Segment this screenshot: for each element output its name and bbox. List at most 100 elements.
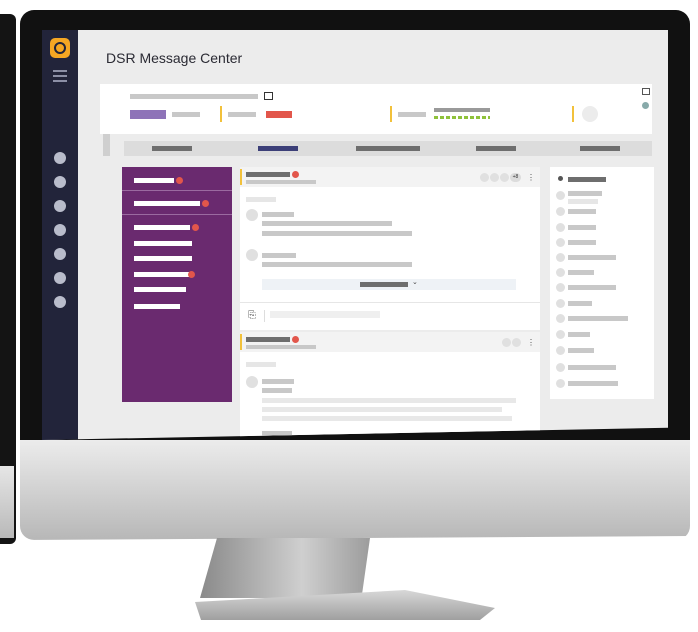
nav-item[interactable]	[54, 176, 66, 188]
participant-item[interactable]	[568, 301, 592, 306]
participant-item[interactable]	[568, 381, 618, 386]
user-icon	[558, 176, 563, 181]
divider	[240, 302, 540, 303]
monitor-chin	[20, 440, 690, 540]
divider	[122, 214, 232, 215]
thread-subtitle-placeholder	[246, 345, 316, 349]
list-item[interactable]	[134, 178, 174, 183]
panel-title-placeholder	[568, 177, 606, 182]
progress-segments	[434, 116, 490, 119]
priority-badge	[266, 111, 292, 118]
tab-2-active[interactable]	[258, 146, 298, 151]
participant-item[interactable]	[568, 225, 596, 230]
participant-item[interactable]	[568, 316, 628, 321]
tab-4[interactable]	[476, 146, 516, 151]
avatar	[556, 346, 565, 355]
message-thread: +8 ⋮ ⌄ ⎘	[240, 167, 540, 330]
monitor-icon[interactable]	[264, 92, 273, 100]
list-item[interactable]	[134, 287, 186, 292]
unread-dot	[192, 224, 199, 231]
list-item[interactable]	[134, 241, 192, 246]
nav-item[interactable]	[54, 272, 66, 284]
case-header-card	[100, 84, 652, 134]
more-icon[interactable]: ⋮	[527, 173, 535, 182]
list-item[interactable]	[134, 256, 192, 261]
list-item[interactable]	[134, 272, 192, 277]
avatar	[246, 249, 258, 261]
monitor-stand-neck	[200, 538, 370, 598]
avatar	[556, 238, 565, 247]
tab-1[interactable]	[152, 146, 192, 151]
app-screen: DSR Message Center ›	[42, 30, 668, 440]
sender-placeholder	[262, 212, 294, 217]
participant-item[interactable]	[568, 255, 616, 260]
unread-dot	[202, 200, 209, 207]
avatar[interactable]	[582, 106, 598, 122]
nav-item[interactable]	[54, 224, 66, 236]
list-item[interactable]	[134, 304, 180, 309]
divider	[572, 106, 574, 122]
nav-item[interactable]	[54, 152, 66, 164]
participant-item[interactable]	[568, 332, 590, 337]
secondary-monitor-edge	[0, 14, 16, 544]
avatar[interactable]	[490, 173, 499, 182]
message-line	[262, 231, 412, 236]
paperclip-icon[interactable]: ⎘	[248, 310, 256, 321]
menu-icon[interactable]	[53, 70, 67, 72]
participant-item[interactable]	[568, 209, 596, 214]
tab-5[interactable]	[580, 146, 620, 151]
divider	[220, 106, 222, 122]
status-text-placeholder	[172, 112, 200, 117]
sender-placeholder	[262, 379, 294, 384]
secondary-monitor-chin	[0, 466, 14, 538]
list-item[interactable]	[134, 201, 200, 206]
more-icon[interactable]: ⋮	[527, 338, 535, 347]
user-icon[interactable]	[642, 102, 649, 109]
avatar	[556, 223, 565, 232]
nav-item[interactable]	[54, 248, 66, 260]
avatar	[246, 376, 258, 388]
participant-item[interactable]	[568, 348, 594, 353]
nav-item[interactable]	[54, 200, 66, 212]
participant-item[interactable]	[568, 191, 602, 196]
avatar[interactable]	[480, 173, 489, 182]
monitor-icon[interactable]	[642, 88, 650, 95]
divider	[122, 190, 232, 191]
participant-role	[568, 199, 598, 204]
unread-dot	[292, 336, 299, 343]
show-more-button[interactable]: ⌄	[262, 279, 516, 290]
message-line	[262, 407, 502, 412]
unread-dot	[176, 177, 183, 184]
avatar	[556, 379, 565, 388]
chevron-down-icon: ⌄	[412, 279, 418, 286]
progress-label-placeholder	[434, 108, 490, 112]
tab-bar	[124, 141, 652, 156]
participant-item[interactable]	[568, 285, 616, 290]
field-placeholder	[228, 112, 256, 117]
nav-item[interactable]	[54, 296, 66, 308]
avatar[interactable]	[512, 338, 521, 347]
message-line	[262, 262, 412, 267]
message-thread: ⋮	[240, 332, 540, 440]
divider	[390, 106, 392, 122]
date-placeholder	[246, 197, 276, 202]
participant-item[interactable]	[568, 240, 596, 245]
app-logo[interactable]	[50, 38, 70, 58]
tab-3[interactable]	[356, 146, 420, 151]
participant-item[interactable]	[568, 270, 594, 275]
message-line	[262, 221, 392, 226]
participant-item[interactable]	[568, 365, 616, 370]
avatar	[556, 363, 565, 372]
avatar	[556, 330, 565, 339]
avatar[interactable]	[502, 338, 511, 347]
thread-title-placeholder	[246, 337, 290, 342]
menu-icon-line	[53, 75, 67, 77]
conversation-list	[122, 167, 232, 402]
message-line	[262, 416, 512, 421]
unread-dot	[188, 271, 195, 278]
list-item[interactable]	[134, 225, 190, 230]
reply-input[interactable]	[270, 311, 380, 318]
page-title: DSR Message Center	[106, 50, 243, 66]
avatar[interactable]	[500, 173, 509, 182]
avatar	[556, 283, 565, 292]
